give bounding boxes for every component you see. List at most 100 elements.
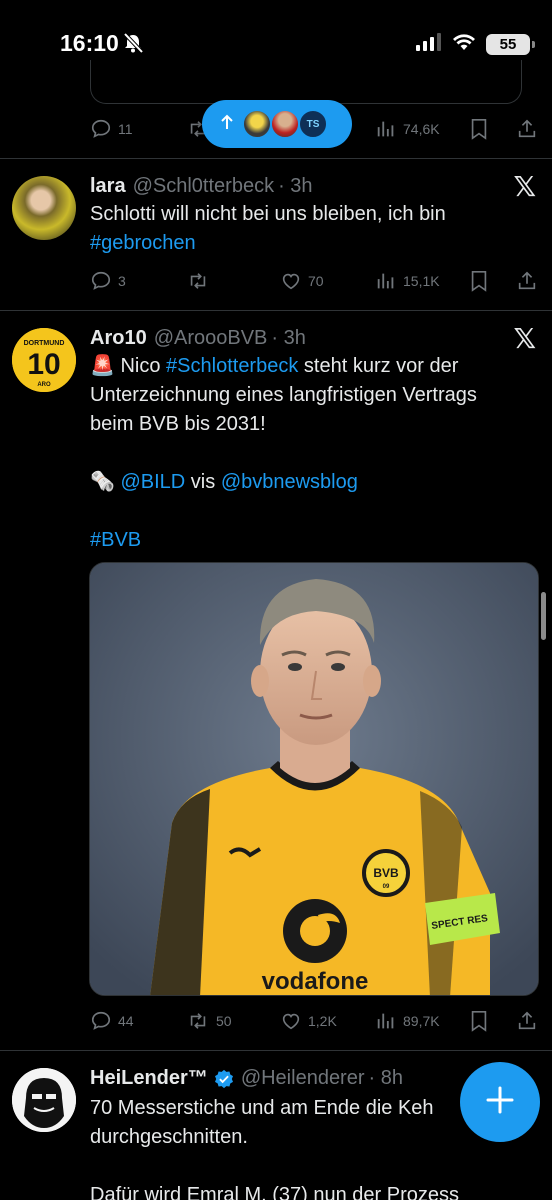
avatar[interactable] bbox=[12, 1068, 76, 1132]
jersey-number: 10 bbox=[27, 348, 60, 381]
share-button[interactable] bbox=[516, 1006, 538, 1036]
newspaper-icon: 🗞️ bbox=[90, 471, 115, 493]
tweet-text-body: durchgeschnitten. bbox=[90, 1126, 248, 1148]
tweet-text-body: Nico bbox=[120, 355, 161, 377]
views-button[interactable]: 89,7K bbox=[375, 1006, 440, 1036]
handle[interactable]: @Heilenderer bbox=[241, 1067, 365, 1090]
display-name[interactable]: lara bbox=[90, 175, 126, 198]
x-logo-icon[interactable]: 𝕏 bbox=[513, 170, 536, 203]
like-icon bbox=[280, 1010, 302, 1032]
avatar[interactable] bbox=[12, 176, 76, 240]
bookmark-icon bbox=[469, 270, 489, 292]
x-logo-icon[interactable]: 𝕏 bbox=[513, 322, 536, 355]
battery-icon: 55 bbox=[486, 34, 535, 55]
reply-count: 3 bbox=[118, 273, 126, 289]
views-count: 74,6K bbox=[403, 121, 440, 137]
compose-plus-icon bbox=[485, 1085, 515, 1120]
bookmark-button[interactable] bbox=[469, 1006, 489, 1036]
retweet-count: 50 bbox=[216, 1013, 232, 1029]
views-button[interactable]: 15,1K bbox=[375, 266, 440, 296]
hashtag-link[interactable]: #Schlotterbeck bbox=[166, 355, 298, 377]
bookmark-button[interactable] bbox=[469, 266, 489, 296]
signal-icon bbox=[416, 33, 442, 56]
tweet-actions: 44 50 1,2K 89,7K bbox=[90, 1006, 540, 1036]
views-count: 15,1K bbox=[403, 273, 440, 289]
hashtag-link[interactable]: #gebrochen bbox=[90, 232, 196, 254]
share-icon bbox=[516, 1010, 538, 1032]
avatar bbox=[270, 109, 300, 139]
like-icon bbox=[280, 270, 302, 292]
hashtag-link[interactable]: #BVB bbox=[90, 529, 141, 551]
mention-link[interactable]: @bvbnewsblog bbox=[221, 471, 358, 493]
share-icon bbox=[516, 118, 538, 140]
compose-button[interactable] bbox=[460, 1062, 540, 1142]
bookmark-icon bbox=[469, 118, 489, 140]
retweet-button[interactable]: 50 bbox=[186, 1006, 232, 1036]
jersey-text: DORTMUND bbox=[24, 340, 65, 347]
crest-text: BVB bbox=[373, 866, 399, 880]
reply-button[interactable]: 3 bbox=[90, 266, 126, 296]
previous-tweet-media[interactable] bbox=[90, 60, 522, 104]
wifi-icon bbox=[452, 33, 476, 56]
reply-icon bbox=[90, 118, 112, 140]
display-name[interactable]: HeiLender™ bbox=[90, 1067, 208, 1090]
tweet-actions: 3 70 15,1K bbox=[90, 266, 540, 296]
views-icon bbox=[375, 1010, 397, 1032]
views-icon bbox=[375, 118, 397, 140]
reply-button[interactable]: 11 bbox=[90, 114, 133, 144]
handle[interactable]: @Schl0tterbeck bbox=[133, 175, 274, 198]
views-button[interactable]: 74,6K bbox=[375, 114, 440, 144]
bell-off-icon bbox=[122, 32, 144, 58]
arrow-up-icon bbox=[220, 114, 234, 135]
divider bbox=[0, 158, 552, 159]
share-button[interactable] bbox=[516, 114, 538, 144]
mention-link[interactable]: @BILD bbox=[120, 471, 185, 493]
tweet-text: 🚨 Nico #Schlotterbeck steht kurz vor der… bbox=[90, 352, 540, 555]
share-icon bbox=[516, 270, 538, 292]
like-count: 70 bbox=[308, 273, 324, 289]
tweet-text-body: Unterzeichnung eines langfristigen Vertr… bbox=[90, 384, 477, 406]
tweet-header: HeiLender™ @Heilenderer · 8h bbox=[90, 1067, 403, 1090]
siren-icon: 🚨 bbox=[90, 355, 115, 377]
tweet-text-body: 70 Messerstiche und am Ende die Keh bbox=[90, 1097, 434, 1119]
retweet-icon bbox=[186, 270, 210, 292]
tweet-header: lara @Schl0tterbeck · 3h bbox=[90, 175, 313, 198]
timestamp[interactable]: · 3h bbox=[278, 175, 312, 198]
reply-count: 11 bbox=[118, 121, 133, 137]
views-count: 89,7K bbox=[403, 1013, 440, 1029]
divider bbox=[0, 310, 552, 311]
scrollbar[interactable] bbox=[541, 592, 546, 640]
like-button[interactable]: 1,2K bbox=[280, 1006, 337, 1036]
tweet-text-body: vis bbox=[190, 471, 216, 493]
new-posts-pill[interactable]: TS bbox=[202, 100, 352, 148]
verified-icon bbox=[214, 1069, 234, 1089]
tweet-media-image[interactable]: BVB 09 vodafone SPECT RES bbox=[89, 562, 539, 996]
divider bbox=[0, 1050, 552, 1051]
display-name[interactable]: Aro10 bbox=[90, 327, 147, 350]
timestamp[interactable]: · 8h bbox=[369, 1067, 403, 1090]
avatar bbox=[242, 109, 272, 139]
timestamp[interactable]: · 3h bbox=[271, 327, 305, 350]
bookmark-button[interactable] bbox=[469, 114, 489, 144]
share-button[interactable] bbox=[516, 266, 538, 296]
reply-button[interactable]: 44 bbox=[90, 1006, 134, 1036]
reply-count: 44 bbox=[118, 1013, 134, 1029]
views-icon bbox=[375, 270, 397, 292]
tweet-header: Aro10 @AroooBVB · 3h bbox=[90, 327, 306, 350]
like-count: 1,2K bbox=[308, 1013, 337, 1029]
tweet-text-body: Schlotti will nicht bei uns bleiben, ich… bbox=[90, 203, 446, 225]
retweet-button[interactable] bbox=[186, 266, 210, 296]
handle[interactable]: @AroooBVB bbox=[154, 327, 268, 350]
sponsor-text: vodafone bbox=[262, 968, 369, 995]
reply-icon bbox=[90, 270, 112, 292]
avatar[interactable]: DORTMUND 10 ARO bbox=[12, 328, 76, 392]
reply-icon bbox=[90, 1010, 112, 1032]
jersey-name: ARO bbox=[37, 382, 51, 388]
avatar: TS bbox=[298, 109, 328, 139]
like-button[interactable]: 70 bbox=[280, 266, 324, 296]
tweet-text-body: steht kurz vor der bbox=[303, 355, 459, 377]
tweet-text-body: beim BVB bis 2031! bbox=[90, 413, 266, 435]
crest-year: 09 bbox=[383, 884, 390, 890]
status-time: 16:10 bbox=[60, 30, 119, 56]
tweet-text: Schlotti will nicht bei uns bleiben, ich… bbox=[90, 200, 540, 258]
